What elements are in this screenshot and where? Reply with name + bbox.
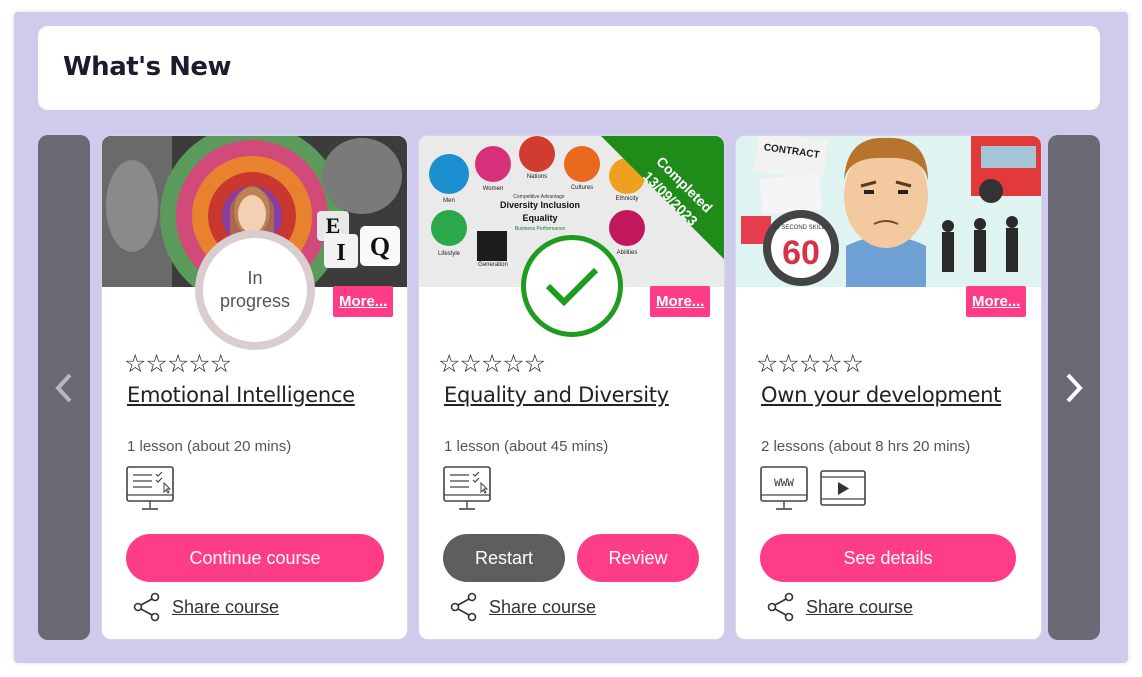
section-header: What's New <box>38 26 1100 110</box>
thumb-label-lifestyle: Lifestyle <box>438 251 461 257</box>
more-button[interactable]: More... <box>966 286 1027 317</box>
thumb-label-business: Business Performance <box>515 226 566 232</box>
more-button[interactable]: More... <box>650 286 711 317</box>
rating-stars[interactable]: ☆☆☆☆☆ <box>756 349 864 378</box>
restart-button[interactable]: Restart <box>443 534 565 582</box>
thumb-label-abilities: Abilities <box>617 250 638 256</box>
carousel-prev-button[interactable] <box>38 135 90 640</box>
carousel-next-button[interactable] <box>1048 135 1100 640</box>
status-text-line2: progress <box>219 291 291 311</box>
share-course-link[interactable]: Share course <box>132 592 279 622</box>
video-icon <box>820 470 866 506</box>
share-course-link[interactable]: Share course <box>449 592 596 622</box>
thumb-label-nations: Nations <box>527 174 547 180</box>
share-course-link[interactable]: Share course <box>766 592 913 622</box>
share-icon <box>450 592 477 622</box>
review-button[interactable]: Review <box>577 534 699 582</box>
thumb-label-equality: Equality <box>522 213 557 223</box>
course-title[interactable]: Own your development <box>761 383 1001 407</box>
thumb-label-generation: Generation <box>478 262 508 268</box>
more-button[interactable]: More... <box>333 286 394 317</box>
web-link-icon: WWW <box>760 466 808 510</box>
thumb-label-number: 60 <box>782 234 820 272</box>
completed-badge <box>521 235 623 337</box>
share-icon <box>133 592 160 622</box>
course-card-emotional-intelligence: E I Q In progress More... ☆☆☆☆☆ Emotiona… <box>101 135 408 640</box>
course-title[interactable]: Emotional Intelligence <box>127 383 355 407</box>
rating-stars[interactable]: ☆☆☆☆☆ <box>438 349 546 378</box>
course-card-own-your-development: CONTRACT 60 SECOND SKILLS 60 More... ☆☆☆… <box>735 135 1042 640</box>
lesson-info: 1 lesson (about 20 mins) <box>127 438 292 455</box>
share-course-label: Share course <box>172 596 280 617</box>
chevron-right-icon <box>1066 373 1083 402</box>
continue-course-button[interactable]: Continue course <box>126 534 384 582</box>
in-progress-badge: In progress <box>195 230 315 350</box>
lesson-info: 1 lesson (about 45 mins) <box>444 438 609 455</box>
elearning-icon <box>126 466 174 510</box>
svg-text:WWW: WWW <box>774 478 794 490</box>
course-card-equality-diversity: Men Women Nations Cultures Ethnicity Com… <box>418 135 725 640</box>
share-course-label: Share course <box>806 596 914 617</box>
course-thumbnail[interactable]: CONTRACT 60 SECOND SKILLS 60 <box>736 136 1041 287</box>
checkmark-icon <box>545 267 599 307</box>
section-title: What's New <box>63 52 232 82</box>
svg-text:I: I <box>336 240 345 266</box>
rating-stars[interactable]: ☆☆☆☆☆ <box>124 349 232 378</box>
thumb-label-ethnicity: Ethnicity <box>616 196 639 202</box>
share-icon <box>767 592 794 622</box>
svg-text:Q: Q <box>370 232 390 261</box>
chevron-left-icon <box>55 373 72 402</box>
lesson-info: 2 lessons (about 8 hrs 20 mins) <box>761 438 971 455</box>
thumb-label-cultures: Cultures <box>571 185 593 191</box>
elearning-icon <box>443 466 491 510</box>
thumb-label-women: Women <box>483 186 504 192</box>
thumb-label-skills: 60 SECOND SKILLS <box>773 225 829 231</box>
thumb-label-diversity: Diversity Inclusion <box>500 200 580 210</box>
see-details-button[interactable]: See details <box>760 534 1016 582</box>
thumb-label-men: Men <box>443 198 455 204</box>
share-course-label: Share course <box>489 596 597 617</box>
course-title[interactable]: Equality and Diversity <box>444 383 669 407</box>
status-text-line1: In <box>247 268 263 288</box>
